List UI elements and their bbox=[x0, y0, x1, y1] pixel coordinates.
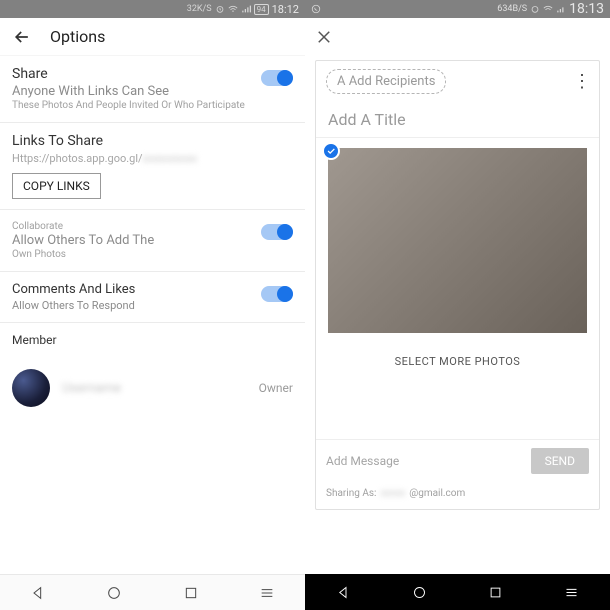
time-label: 18:13 bbox=[569, 1, 604, 17]
back-icon[interactable] bbox=[12, 27, 32, 47]
nav-menu-icon[interactable] bbox=[259, 585, 275, 601]
battery-icon: 94 bbox=[254, 4, 269, 15]
comments-section: Comments And Likes Allow Others To Respo… bbox=[0, 272, 305, 323]
alarm-icon bbox=[530, 4, 540, 14]
collab-toggle[interactable] bbox=[261, 224, 293, 240]
selected-check-icon bbox=[322, 142, 340, 160]
member-name: Username bbox=[62, 381, 259, 396]
nav-home-icon[interactable] bbox=[412, 585, 427, 600]
links-section: Links To Share Https://photos.app.goo.gl… bbox=[0, 123, 305, 210]
whatsapp-icon bbox=[311, 4, 321, 14]
nav-back-icon[interactable] bbox=[30, 585, 46, 601]
nav-recent-icon[interactable] bbox=[488, 585, 503, 600]
comments-toggle[interactable] bbox=[261, 286, 293, 302]
collab-sub: Allow Others To Add The bbox=[12, 233, 154, 248]
avatar bbox=[12, 369, 50, 407]
nav-bar bbox=[305, 574, 610, 610]
copy-links-button[interactable]: COPY LINKS bbox=[12, 173, 101, 199]
message-row: Add Message SEND bbox=[316, 439, 599, 482]
message-input[interactable]: Add Message bbox=[326, 454, 523, 468]
left-screen: 32K/S 94 18:12 Options Share Anyone With… bbox=[0, 0, 305, 610]
time-label: 18:12 bbox=[272, 3, 299, 16]
send-button[interactable]: SEND bbox=[531, 448, 589, 474]
nav-menu-icon[interactable] bbox=[564, 585, 579, 600]
links-url: Https://photos.app.goo.gl/xxxxxxxxxx bbox=[12, 152, 293, 165]
more-icon[interactable]: ⋮ bbox=[573, 77, 591, 86]
member-label: Member bbox=[12, 333, 293, 347]
alarm-icon bbox=[215, 4, 225, 14]
nav-recent-icon[interactable] bbox=[183, 585, 199, 601]
select-more-button[interactable]: SELECT MORE PHOTOS bbox=[316, 343, 599, 439]
close-icon[interactable] bbox=[315, 28, 333, 46]
add-recipients-button[interactable]: A Add Recipients bbox=[326, 69, 446, 94]
collab-label: Collaborate bbox=[12, 220, 154, 233]
share-label: Share bbox=[12, 66, 245, 82]
nav-back-icon[interactable] bbox=[336, 585, 351, 600]
status-bar: 32K/S 94 18:12 bbox=[0, 0, 305, 18]
wifi-icon bbox=[543, 4, 553, 14]
title-input[interactable]: Add A Title bbox=[316, 102, 599, 138]
nav-bar bbox=[0, 574, 305, 610]
collab-note: Own Photos bbox=[12, 248, 154, 261]
comments-label: Comments And Likes bbox=[12, 282, 135, 297]
photo-thumbnail[interactable] bbox=[328, 148, 587, 333]
nav-home-icon[interactable] bbox=[106, 585, 122, 601]
sharing-email: @gmail.com bbox=[409, 488, 465, 499]
member-row: Username Owner bbox=[0, 359, 305, 417]
share-section: Share Anyone With Links Can See These Ph… bbox=[0, 56, 305, 123]
sharing-user: xxxxx bbox=[380, 488, 405, 499]
wifi-icon bbox=[228, 4, 238, 14]
links-label: Links To Share bbox=[12, 133, 293, 149]
page-title: Options bbox=[50, 27, 105, 46]
member-section: Member bbox=[0, 323, 305, 359]
share-sub: Anyone With Links Can See bbox=[12, 84, 245, 99]
speed-label: 634B/S bbox=[497, 4, 527, 14]
right-screen: 634B/S 18:13 A Add Recipients ⋮ Add A Ti… bbox=[305, 0, 610, 610]
sharing-label: Sharing As: bbox=[326, 488, 376, 499]
member-role: Owner bbox=[259, 381, 293, 395]
status-bar: 634B/S 18:13 bbox=[305, 0, 610, 18]
share-note: These Photos And People Invited Or Who P… bbox=[12, 99, 245, 112]
share-card: A Add Recipients ⋮ Add A Title SELECT MO… bbox=[315, 60, 600, 510]
signal-icon bbox=[556, 4, 566, 14]
signal-icon bbox=[241, 4, 251, 14]
app-bar: Options bbox=[0, 18, 305, 56]
speed-label: 32K/S bbox=[187, 4, 212, 14]
share-toggle[interactable] bbox=[261, 70, 293, 86]
sharing-as-row: Sharing As: xxxxx @gmail.com bbox=[316, 482, 599, 509]
comments-sub: Allow Others To Respond bbox=[12, 299, 135, 312]
collaborate-section: Collaborate Allow Others To Add The Own … bbox=[0, 210, 305, 272]
recipients-row: A Add Recipients ⋮ bbox=[316, 61, 599, 102]
